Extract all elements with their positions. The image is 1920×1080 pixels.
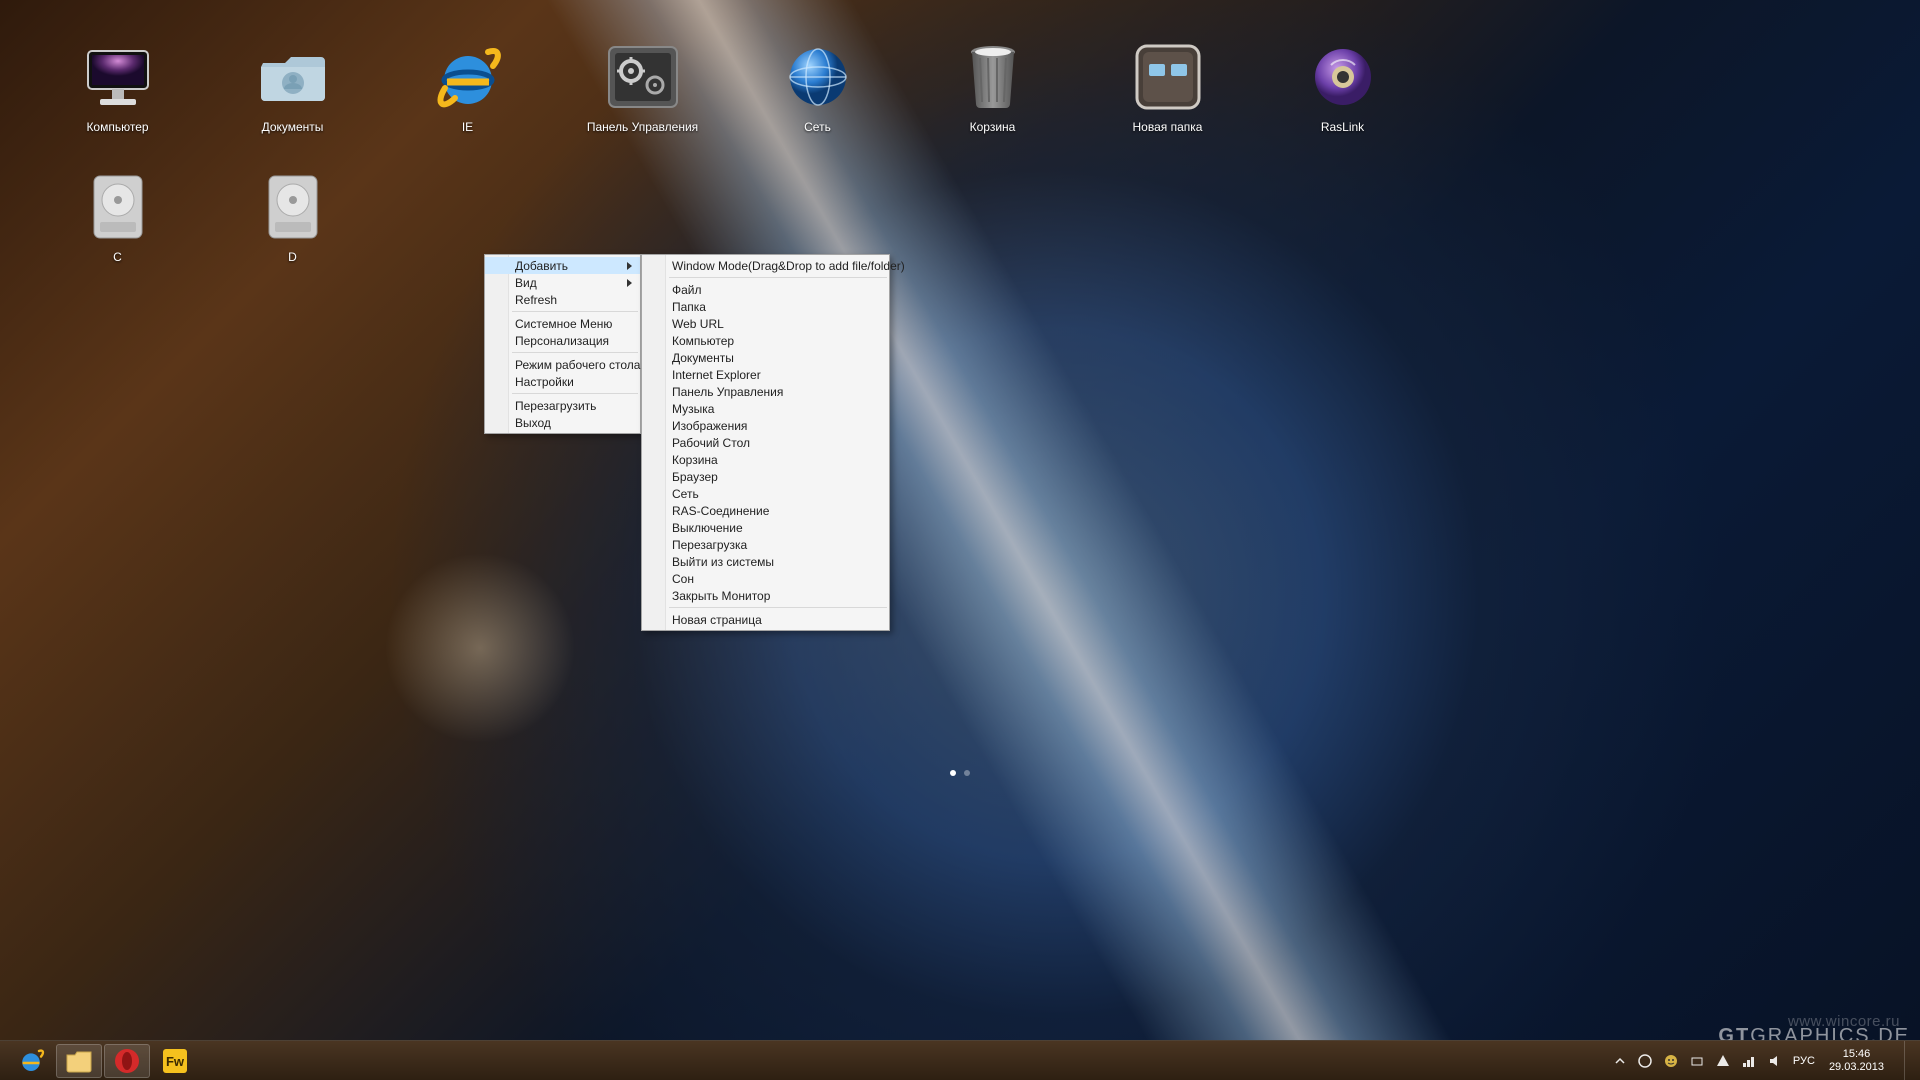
menu-item[interactable]: Настройки xyxy=(485,373,640,390)
action-center-icon[interactable] xyxy=(1715,1053,1731,1069)
menu-separator xyxy=(512,393,638,394)
menu-item[interactable]: Папка xyxy=(642,298,889,315)
network-tray-icon[interactable] xyxy=(1741,1053,1757,1069)
trash-icon xyxy=(956,40,1030,114)
site-watermark: www.wincore.ru xyxy=(1788,1013,1900,1030)
desktop-area[interactable]: Компьютер Документы IE Панель Управления… xyxy=(30,40,1890,300)
desktop-icon-trash[interactable]: Корзина xyxy=(905,40,1080,170)
tray-icon[interactable] xyxy=(1689,1053,1705,1069)
hdd-icon xyxy=(256,170,330,244)
menu-item[interactable]: Internet Explorer xyxy=(642,366,889,383)
page-indicator[interactable] xyxy=(950,770,970,776)
globe-icon xyxy=(781,40,855,114)
menu-item[interactable]: Панель Управления xyxy=(642,383,889,400)
menu-item[interactable]: Добавить xyxy=(485,257,640,274)
desktop-icon-control-panel[interactable]: Панель Управления xyxy=(555,40,730,170)
menu-item[interactable]: Сон xyxy=(642,570,889,587)
taskbar[interactable]: Fw РУС 15:46 29.03.2013 xyxy=(0,1040,1920,1080)
menu-item[interactable]: Закрыть Монитор xyxy=(642,587,889,604)
menu-item[interactable]: Изображения xyxy=(642,417,889,434)
tray-time: 15:46 xyxy=(1829,1048,1884,1061)
menu-item[interactable]: Web URL xyxy=(642,315,889,332)
menu-item[interactable]: Вид xyxy=(485,274,640,291)
menu-item[interactable]: Системное Меню xyxy=(485,315,640,332)
menu-item[interactable]: RAS-Соединение xyxy=(642,502,889,519)
system-tray[interactable]: РУС 15:46 29.03.2013 xyxy=(1613,1041,1912,1080)
desktop-icon-label: Сеть xyxy=(804,120,831,134)
show-desktop-button[interactable] xyxy=(1904,1041,1912,1080)
desktop-icon-label: RasLink xyxy=(1321,120,1364,134)
menu-separator xyxy=(669,277,887,278)
desktop-icon-raslink[interactable]: RasLink xyxy=(1255,40,1430,170)
raslink-icon xyxy=(1306,40,1380,114)
folder-icon xyxy=(256,40,330,114)
menu-item[interactable]: Музыка xyxy=(642,400,889,417)
context-menu-list: ДобавитьВидRefresh Системное МенюПерсонал… xyxy=(485,255,640,433)
submenu-arrow-icon xyxy=(627,262,632,270)
desktop-icon-drive-d[interactable]: D xyxy=(205,170,380,300)
folder-tile-icon xyxy=(1131,40,1205,114)
desktop-icon-label: Панель Управления xyxy=(587,120,698,134)
context-submenu[interactable]: Window Mode(Drag&Drop to add file/folder… xyxy=(641,254,890,631)
menu-item[interactable]: Файл xyxy=(642,281,889,298)
menu-item[interactable]: Новая страница xyxy=(642,611,889,628)
desktop-icon-label: IE xyxy=(462,120,473,134)
menu-item[interactable]: Выход xyxy=(485,414,640,431)
desktop-icon-label: Компьютер xyxy=(86,120,148,134)
menu-item[interactable]: Перезагрузка xyxy=(642,536,889,553)
page-dot[interactable] xyxy=(950,770,956,776)
taskbar-app-explorer[interactable] xyxy=(56,1044,102,1078)
menu-item[interactable]: Персонализация xyxy=(485,332,640,349)
menu-item[interactable]: Компьютер xyxy=(642,332,889,349)
desktop-icon-label: D xyxy=(288,250,297,264)
menu-item[interactable]: Корзина xyxy=(642,451,889,468)
menu-item[interactable]: Выйти из системы xyxy=(642,553,889,570)
volume-icon[interactable] xyxy=(1767,1053,1783,1069)
menu-separator xyxy=(669,607,887,608)
desktop-icon-label: Новая папка xyxy=(1133,120,1203,134)
desktop-icon-drive-c[interactable]: C xyxy=(30,170,205,300)
menu-separator xyxy=(512,311,638,312)
ie-icon xyxy=(431,40,505,114)
control-panel-icon xyxy=(606,40,680,114)
page-dot[interactable] xyxy=(964,770,970,776)
desktop-icon-label: Документы xyxy=(262,120,324,134)
tray-date: 29.03.2013 xyxy=(1829,1061,1884,1074)
menu-item[interactable]: Сеть xyxy=(642,485,889,502)
tray-clock[interactable]: 15:46 29.03.2013 xyxy=(1825,1048,1890,1074)
menu-item[interactable]: Window Mode(Drag&Drop to add file/folder… xyxy=(642,257,889,274)
taskbar-app-opera[interactable] xyxy=(104,1044,150,1078)
hdd-icon xyxy=(81,170,155,244)
menu-separator xyxy=(512,352,638,353)
menu-item[interactable]: Режим рабочего стола xyxy=(485,356,640,373)
desktop-icon-documents[interactable]: Документы xyxy=(205,40,380,170)
language-indicator[interactable]: РУС xyxy=(1793,1055,1815,1067)
tray-icon[interactable] xyxy=(1663,1053,1679,1069)
taskbar-app-ie[interactable] xyxy=(8,1044,54,1078)
menu-item[interactable]: Документы xyxy=(642,349,889,366)
desktop-icon-computer[interactable]: Компьютер xyxy=(30,40,205,170)
tray-icon[interactable] xyxy=(1637,1053,1653,1069)
svg-text:Fw: Fw xyxy=(166,1054,185,1069)
menu-item[interactable]: Выключение xyxy=(642,519,889,536)
menu-item[interactable]: Рабочий Стол xyxy=(642,434,889,451)
menu-item[interactable]: Refresh xyxy=(485,291,640,308)
menu-item[interactable]: Браузер xyxy=(642,468,889,485)
desktop-icon-ie[interactable]: IE xyxy=(380,40,555,170)
context-menu[interactable]: ДобавитьВидRefresh Системное МенюПерсонал… xyxy=(484,254,641,434)
menu-item[interactable]: Перезагрузить xyxy=(485,397,640,414)
tray-overflow-icon[interactable] xyxy=(1613,1054,1627,1068)
desktop-icon-label: C xyxy=(113,250,122,264)
desktop-icon-label: Корзина xyxy=(970,120,1016,134)
context-submenu-list: Window Mode(Drag&Drop to add file/folder… xyxy=(642,255,889,630)
desktop-icon-network[interactable]: Сеть xyxy=(730,40,905,170)
computer-icon xyxy=(81,40,155,114)
submenu-arrow-icon xyxy=(627,279,632,287)
desktop-icon-new-folder[interactable]: Новая папка xyxy=(1080,40,1255,170)
taskbar-app-fireworks[interactable]: Fw xyxy=(152,1044,198,1078)
